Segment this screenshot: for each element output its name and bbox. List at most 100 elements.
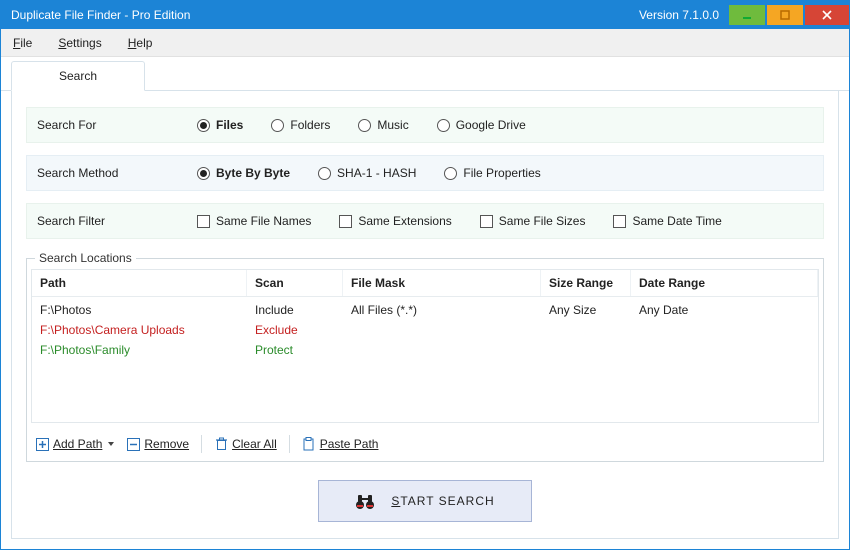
cell-date xyxy=(631,340,818,360)
radio-sha1-label: SHA-1 - HASH xyxy=(337,166,416,180)
menu-file[interactable]: File xyxy=(7,32,38,54)
remove-button[interactable]: Remove xyxy=(124,435,191,453)
remove-label: Remove xyxy=(144,437,189,451)
app-window: Duplicate File Finder - Pro Edition Vers… xyxy=(0,0,850,550)
cell-scan: Include xyxy=(247,300,343,320)
checkbox-icon xyxy=(613,215,626,228)
col-scan[interactable]: Scan xyxy=(247,270,343,296)
cell-path: F:\Photos\Family xyxy=(32,340,247,360)
radio-icon xyxy=(197,119,210,132)
window-title: Duplicate File Finder - Pro Edition xyxy=(11,8,639,22)
menu-settings[interactable]: Settings xyxy=(52,32,107,54)
plus-icon xyxy=(35,437,49,451)
col-date[interactable]: Date Range xyxy=(631,270,818,296)
search-filter-row: Search Filter Same File Names Same Exten… xyxy=(26,203,824,239)
check-ext-label: Same Extensions xyxy=(358,214,451,228)
check-dates[interactable]: Same Date Time xyxy=(613,214,721,228)
cell-scan: Exclude xyxy=(247,320,343,340)
cell-mask xyxy=(343,340,541,360)
start-wrap: START SEARCH xyxy=(26,474,824,524)
radio-byte-label: Byte By Byte xyxy=(216,166,290,180)
cell-mask xyxy=(343,320,541,340)
radio-icon xyxy=(197,167,210,180)
search-for-label: Search For xyxy=(37,118,197,132)
check-dates-label: Same Date Time xyxy=(632,214,721,228)
maximize-button[interactable] xyxy=(767,5,803,25)
tab-search-label: Search xyxy=(59,69,97,83)
version-label: Version 7.1.0.0 xyxy=(639,8,719,22)
col-size[interactable]: Size Range xyxy=(541,270,631,296)
cell-mask: All Files (*.*) xyxy=(343,300,541,320)
close-button[interactable] xyxy=(805,5,849,25)
separator xyxy=(201,435,202,453)
cell-size xyxy=(541,320,631,340)
table-row[interactable]: F:\Photos\Camera Uploads Exclude xyxy=(32,320,818,340)
radio-props-label: File Properties xyxy=(463,166,540,180)
radio-props[interactable]: File Properties xyxy=(444,166,540,180)
minimize-button[interactable] xyxy=(729,5,765,25)
radio-sha1[interactable]: SHA-1 - HASH xyxy=(318,166,416,180)
minus-icon xyxy=(126,437,140,451)
locations-toolbar: Add Path Remove Clear All Paste Path xyxy=(27,427,823,461)
radio-folders-label: Folders xyxy=(290,118,330,132)
radio-files[interactable]: Files xyxy=(197,118,243,132)
check-names-label: Same File Names xyxy=(216,214,311,228)
radio-gdrive[interactable]: Google Drive xyxy=(437,118,526,132)
check-names[interactable]: Same File Names xyxy=(197,214,311,228)
search-filter-label: Search Filter xyxy=(37,214,197,228)
col-mask[interactable]: File Mask xyxy=(343,270,541,296)
cell-path: F:\Photos\Camera Uploads xyxy=(32,320,247,340)
locations-legend: Search Locations xyxy=(35,251,136,265)
search-for-row: Search For Files Folders Music Google Dr… xyxy=(26,107,824,143)
locations-body: F:\Photos Include All Files (*.*) Any Si… xyxy=(32,297,818,363)
col-path[interactable]: Path xyxy=(32,270,247,296)
paste-path-button[interactable]: Paste Path xyxy=(300,435,381,453)
radio-icon xyxy=(271,119,284,132)
cell-path: F:\Photos xyxy=(32,300,247,320)
checkbox-icon xyxy=(197,215,210,228)
radio-byte[interactable]: Byte By Byte xyxy=(197,166,290,180)
radio-icon xyxy=(358,119,371,132)
locations-header: Path Scan File Mask Size Range Date Rang… xyxy=(32,270,818,297)
add-path-label: Add Path xyxy=(53,437,102,451)
paste-path-label: Paste Path xyxy=(320,437,379,451)
search-method-label: Search Method xyxy=(37,166,197,180)
trash-icon xyxy=(214,437,228,451)
checkbox-icon xyxy=(339,215,352,228)
cell-size xyxy=(541,340,631,360)
radio-folders[interactable]: Folders xyxy=(271,118,330,132)
radio-music-label: Music xyxy=(377,118,408,132)
cell-date: Any Date xyxy=(631,300,818,320)
clear-all-label: Clear All xyxy=(232,437,277,451)
radio-music[interactable]: Music xyxy=(358,118,408,132)
check-sizes-label: Same File Sizes xyxy=(499,214,586,228)
clear-all-button[interactable]: Clear All xyxy=(212,435,279,453)
separator xyxy=(289,435,290,453)
menubar: File Settings Help xyxy=(1,29,849,57)
radio-icon xyxy=(444,167,457,180)
add-path-button[interactable]: Add Path xyxy=(33,435,116,453)
check-ext[interactable]: Same Extensions xyxy=(339,214,451,228)
binoculars-icon xyxy=(355,491,375,511)
table-row[interactable]: F:\Photos Include All Files (*.*) Any Si… xyxy=(32,300,818,320)
menu-help[interactable]: Help xyxy=(122,32,159,54)
cell-size: Any Size xyxy=(541,300,631,320)
start-search-button[interactable]: START SEARCH xyxy=(318,480,532,522)
locations-fieldset: Search Locations Path Scan File Mask Siz… xyxy=(26,251,824,462)
radio-icon xyxy=(318,167,331,180)
radio-icon xyxy=(437,119,450,132)
table-row[interactable]: F:\Photos\Family Protect xyxy=(32,340,818,360)
start-search-label: START SEARCH xyxy=(391,494,494,508)
titlebar: Duplicate File Finder - Pro Edition Vers… xyxy=(1,1,849,29)
cell-scan: Protect xyxy=(247,340,343,360)
search-panel: Search For Files Folders Music Google Dr… xyxy=(11,91,839,539)
dropdown-caret-icon xyxy=(108,442,114,446)
locations-table: Path Scan File Mask Size Range Date Rang… xyxy=(31,269,819,423)
tab-search[interactable]: Search xyxy=(11,61,145,91)
radio-gdrive-label: Google Drive xyxy=(456,118,526,132)
checkbox-icon xyxy=(480,215,493,228)
check-sizes[interactable]: Same File Sizes xyxy=(480,214,586,228)
search-method-row: Search Method Byte By Byte SHA-1 - HASH … xyxy=(26,155,824,191)
cell-date xyxy=(631,320,818,340)
radio-files-label: Files xyxy=(216,118,243,132)
